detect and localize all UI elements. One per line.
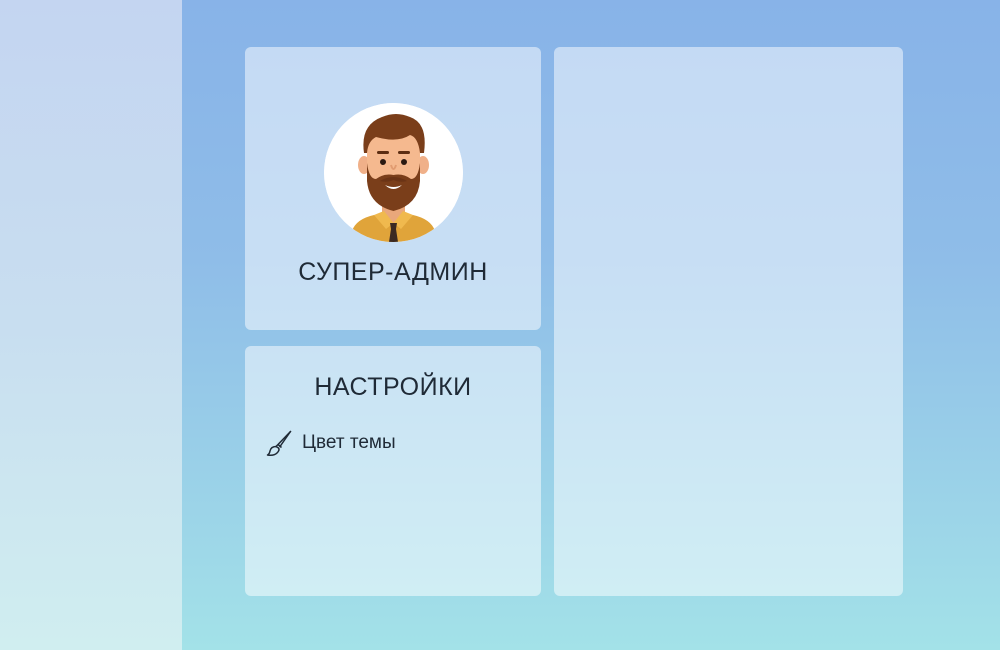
theme-color-label: Цвет темы	[302, 432, 396, 453]
profile-card: СУПЕР-АДМИН	[245, 47, 541, 330]
avatar	[324, 103, 463, 242]
sidebar	[0, 0, 182, 650]
paint-brush-icon	[266, 430, 292, 456]
settings-card: НАСТРОЙКИ Цвет темы	[245, 346, 541, 596]
theme-color-setting[interactable]: Цвет темы	[265, 428, 396, 458]
content-panel	[554, 47, 903, 596]
app-root: СУПЕР-АДМИН НАСТРОЙКИ Цвет темы	[0, 0, 1000, 650]
role-title: СУПЕР-АДМИН	[298, 258, 488, 286]
settings-title: НАСТРОЙКИ	[314, 373, 472, 401]
bearded-man-avatar-icon	[324, 103, 463, 242]
